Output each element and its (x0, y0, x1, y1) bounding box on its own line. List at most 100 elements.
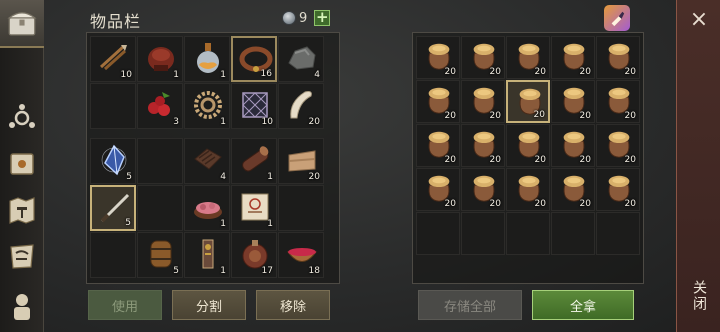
inventory-slot[interactable]: 5 (137, 232, 183, 278)
sort-button[interactable] (604, 5, 630, 31)
inventory-slot[interactable]: 1 (137, 36, 183, 82)
inventory-slot[interactable]: 18 (278, 232, 324, 278)
inventory-slot[interactable] (137, 185, 183, 231)
item-quantity: 20 (489, 155, 501, 165)
inventory-slot[interactable]: 1 (184, 232, 230, 278)
recipe-scroll-button[interactable] (4, 238, 40, 274)
storage-slot[interactable]: 20 (416, 80, 460, 123)
item-quantity: 20 (579, 155, 591, 165)
storage-slot[interactable]: 20 (461, 168, 505, 211)
storage-slot[interactable]: 20 (551, 36, 595, 79)
use-button[interactable]: 使用 (88, 290, 162, 320)
storage-slot[interactable]: 20 (596, 80, 640, 123)
inventory-slot[interactable] (278, 185, 324, 231)
inventory-slot[interactable]: 3 (137, 83, 183, 129)
storage-slot[interactable]: 20 (596, 36, 640, 79)
storage-slot[interactable]: 20 (506, 124, 550, 167)
inventory-slot[interactable]: 10 (231, 83, 277, 129)
storage-slot[interactable]: 20 (551, 124, 595, 167)
item-quantity: 1 (173, 70, 179, 80)
inventory-slot[interactable]: 1 (231, 185, 277, 231)
tab-inventory[interactable] (0, 0, 44, 48)
inventory-slot[interactable]: 20 (278, 83, 324, 129)
character-icon (14, 294, 30, 320)
inventory-slot[interactable]: 20 (278, 138, 324, 184)
item-quantity: 18 (308, 266, 320, 276)
storage-slot[interactable] (551, 212, 595, 255)
split-button[interactable]: 分割 (172, 290, 246, 320)
storage-grid: 20 20 20 20 20 20 20 20 20 20 20 20 20 20 20 20 20 20 20 20 (416, 36, 640, 255)
remove-button[interactable]: 移除 (256, 290, 330, 320)
inventory-slot[interactable]: 5 (90, 138, 136, 184)
currency-value: 9 (299, 10, 308, 26)
storage-slot[interactable]: 20 (506, 168, 550, 211)
inventory-slot[interactable]: 5 (90, 185, 136, 231)
storage-slot[interactable] (506, 212, 550, 255)
store-all-button[interactable]: 存储全部 (418, 290, 522, 320)
item-quantity: 20 (624, 111, 636, 121)
character-button[interactable] (4, 288, 40, 324)
storage-slot[interactable]: 20 (416, 124, 460, 167)
inventory-slot[interactable] (137, 138, 183, 184)
item-quantity: 20 (489, 199, 501, 209)
storage-slot[interactable]: 20 (461, 36, 505, 79)
item-quantity: 1 (267, 172, 273, 182)
storage-slot[interactable]: 20 (461, 124, 505, 167)
inventory-slot[interactable]: 16 (231, 36, 277, 82)
item-quantity: 20 (534, 67, 546, 77)
item-quantity: 20 (534, 199, 546, 209)
storage-slot[interactable]: 20 (416, 36, 460, 79)
inventory-slot[interactable]: 1 (184, 83, 230, 129)
item-quantity: 16 (260, 69, 272, 79)
item-quantity: 20 (308, 117, 320, 127)
item-quantity: 20 (579, 111, 591, 121)
item-quantity: 1 (220, 70, 226, 80)
item-quantity: 20 (534, 155, 546, 165)
page-title: 物品栏 (90, 12, 142, 31)
storage-slot[interactable]: 20 (461, 80, 505, 123)
crafting-book-button[interactable] (4, 146, 40, 182)
inventory-slot[interactable]: 1 (184, 36, 230, 82)
storage-slot[interactable]: 20 (551, 80, 595, 123)
add-currency-button[interactable]: + (314, 10, 331, 26)
storage-slot[interactable]: 20 (506, 36, 550, 79)
storage-slot[interactable] (416, 212, 460, 255)
item-quantity: 1 (220, 266, 226, 276)
item-quantity: 20 (444, 67, 456, 77)
inventory-slot[interactable] (90, 83, 136, 129)
item-quantity: 10 (120, 70, 132, 80)
storage-slot[interactable]: 20 (551, 168, 595, 211)
skills-button[interactable] (4, 100, 40, 136)
storage-slot[interactable]: 20 (506, 80, 550, 123)
recipe-scroll-icon (10, 244, 34, 269)
storage-slot[interactable] (596, 212, 640, 255)
item-quantity: 4 (220, 172, 226, 182)
inventory-slot[interactable]: 1 (231, 138, 277, 184)
inventory-slot[interactable]: 17 (231, 232, 277, 278)
inventory-slot[interactable]: 10 (90, 36, 136, 82)
inventory-slot[interactable]: 4 (184, 138, 230, 184)
item-quantity: 20 (444, 199, 456, 209)
item-quantity: 20 (308, 172, 320, 182)
inventory-slot[interactable]: 1 (184, 185, 230, 231)
item-quantity: 3 (173, 117, 179, 127)
item-quantity: 20 (624, 199, 636, 209)
storage-slot[interactable]: 20 (596, 124, 640, 167)
item-quantity: 1 (220, 117, 226, 127)
close-label: 关闭 (691, 280, 707, 312)
item-quantity: 20 (444, 155, 456, 165)
item-quantity: 20 (579, 67, 591, 77)
close-panel[interactable]: × 关闭 (676, 0, 720, 332)
storage-slot[interactable]: 20 (416, 168, 460, 211)
close-icon[interactable]: × (687, 8, 711, 32)
item-quantity: 10 (261, 117, 273, 127)
storage-slot[interactable] (461, 212, 505, 255)
storage-slot[interactable]: 20 (596, 168, 640, 211)
inventory-slot[interactable]: 4 (278, 36, 324, 82)
inventory-slot[interactable] (90, 232, 136, 278)
item-quantity: 5 (125, 218, 131, 228)
build-map-button[interactable] (4, 192, 40, 228)
item-quantity: 17 (261, 266, 273, 276)
item-quantity: 20 (489, 67, 501, 77)
take-all-button[interactable]: 全拿 (532, 290, 634, 320)
